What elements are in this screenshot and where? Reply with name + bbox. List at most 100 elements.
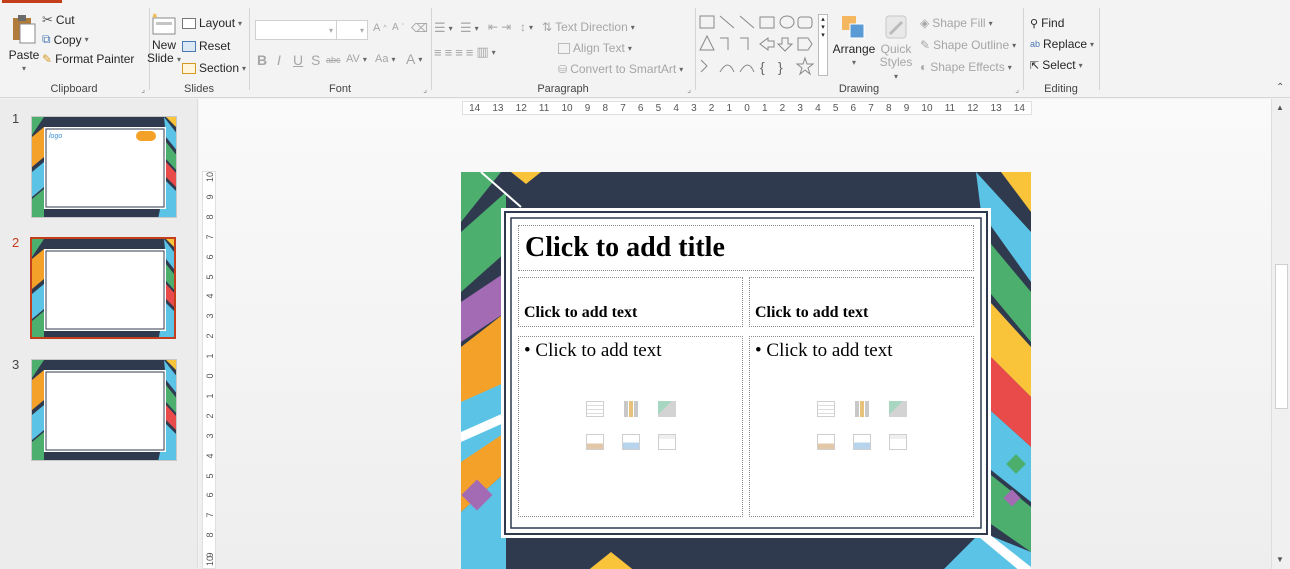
scroll-up-arrow-icon[interactable]: ▲ xyxy=(1276,103,1284,112)
ruler-tick-label: 13 xyxy=(990,102,1002,114)
align-text-button[interactable]: Align Text ▾ xyxy=(558,41,632,55)
paragraph-launcher-icon[interactable]: ⌟ xyxy=(687,85,691,94)
slide-thumbnail-3[interactable] xyxy=(31,359,177,461)
shapes-gallery[interactable]: { } xyxy=(698,14,828,76)
ruler-tick-label: 8 xyxy=(602,102,609,114)
paste-label: Paste xyxy=(8,48,40,62)
vertical-scrollbar[interactable]: ▲ ▼ xyxy=(1271,99,1290,569)
new-slide-label-2: Slide ▾ xyxy=(146,52,182,66)
separator xyxy=(1099,8,1100,90)
ruler-tick-label: 8 xyxy=(205,214,215,220)
font-launcher-icon[interactable]: ⌟ xyxy=(423,85,427,94)
insert-picture-icon[interactable] xyxy=(816,434,835,450)
replace-button[interactable]: ab Replace ▾ xyxy=(1030,37,1094,51)
bullets-button[interactable]: ☰ ▾ xyxy=(434,20,453,36)
ruler-tick-label: 3 xyxy=(205,433,215,439)
ruler-tick-label: 3 xyxy=(691,102,697,114)
scroll-down-arrow-icon[interactable]: ▼ xyxy=(1276,555,1284,564)
font-size-dropdown[interactable]: ▾ xyxy=(336,20,368,40)
section-button[interactable]: Section ▾ xyxy=(182,61,246,75)
smartart-dropdown-icon: ▾ xyxy=(679,64,684,74)
ruler-tick-label: 1 xyxy=(726,102,733,114)
shrink-font-button[interactable]: Aˇ xyxy=(392,22,404,33)
change-case-button[interactable]: Aa ▾ xyxy=(375,53,395,65)
font-color-dropdown-icon: ▾ xyxy=(418,54,423,64)
vertical-ruler[interactable]: 10 9 8 7 6 5 4 3 2 1 0 1 2 3 4 5 6 7 8 9 10 xyxy=(202,171,216,569)
ruler-tick-label: 4 xyxy=(673,102,679,114)
clear-formatting-icon[interactable]: ⌫ xyxy=(411,21,428,35)
font-color-label: A xyxy=(406,51,416,67)
online-pictures-icon[interactable] xyxy=(621,434,640,450)
insert-video-icon[interactable] xyxy=(657,434,676,450)
text-shadow-button[interactable]: S xyxy=(311,52,320,68)
align-text-dropdown-icon: ▾ xyxy=(627,43,632,53)
right-heading-placeholder[interactable]: Click to add text xyxy=(749,277,974,327)
quick-styles-button[interactable]: Quick Styles ▾ xyxy=(876,14,916,83)
line-spacing-button[interactable]: ↕ ▾ xyxy=(520,20,533,34)
insert-table-icon[interactable] xyxy=(816,401,835,417)
text-direction-button[interactable]: ⇅ Text Direction ▾ xyxy=(542,20,635,34)
numbering-button[interactable]: ☰ ▾ xyxy=(460,20,479,36)
ruler-tick-label: 8 xyxy=(205,532,215,538)
left-heading-placeholder[interactable]: Click to add text xyxy=(518,277,743,327)
cut-label: Cut xyxy=(55,13,75,27)
ruler-tick-label: 4 xyxy=(205,293,215,299)
convert-smartart-button[interactable]: ⛁ Convert to SmartArt ▾ xyxy=(558,62,683,76)
font-group-label: Font xyxy=(328,83,351,95)
slide-canvas[interactable]: Click to add title Click to add text Cli… xyxy=(461,172,1031,569)
strikethrough-button[interactable]: abc xyxy=(326,55,341,65)
shape-outline-button[interactable]: ✎ Shape Outline ▾ xyxy=(920,38,1016,52)
paragraph-group-label: Paragraph xyxy=(537,83,589,95)
scrollbar-thumb[interactable] xyxy=(1275,264,1288,409)
ruler-tick-label: 13 xyxy=(492,102,504,114)
slide-thumbnail-2[interactable] xyxy=(30,237,176,339)
insert-smartart-icon[interactable] xyxy=(888,401,907,417)
layout-button[interactable]: Layout ▾ xyxy=(182,16,242,30)
left-content-placeholder[interactable]: • Click to add text xyxy=(518,336,743,517)
shape-fill-button[interactable]: ◈ Shape Fill ▾ xyxy=(920,16,993,30)
ruler-tick-label: 7 xyxy=(205,512,215,518)
insert-table-icon[interactable] xyxy=(585,401,604,417)
indent-buttons[interactable]: ⇤ ⇥ xyxy=(488,20,511,34)
shapes-gallery-scroll[interactable]: ▴ ▾ ▾ xyxy=(818,14,828,76)
bold-button[interactable]: B xyxy=(257,52,267,68)
collapse-ribbon-chevron-icon[interactable]: ⌃ xyxy=(1276,82,1284,93)
online-pictures-icon[interactable] xyxy=(852,434,871,450)
copy-button[interactable]: ⧉ Copy ▾ xyxy=(42,32,89,47)
insert-picture-icon[interactable] xyxy=(585,434,604,450)
horizontal-ruler[interactable]: 14 13 12 11 10 9 8 7 6 5 4 3 2 1 0 1 2 3 4 5 6 7 8 9 10 11 12 13 14 xyxy=(462,101,1032,115)
drawing-launcher-icon[interactable]: ⌟ xyxy=(1015,85,1019,94)
slide-thumbnail-1[interactable]: logo xyxy=(31,116,177,218)
copy-label: Copy xyxy=(53,32,82,47)
insert-video-icon[interactable] xyxy=(888,434,907,450)
shape-effects-button[interactable]: ◐ Shape Effects ▾ xyxy=(920,60,1012,74)
alignment-buttons[interactable]: ≡ ≡ ≡ ≡ ▥ ▾ xyxy=(434,44,496,60)
select-button[interactable]: ⇱ Select ▾ xyxy=(1030,58,1083,72)
title-placeholder[interactable]: Click to add title xyxy=(518,225,974,271)
insert-smartart-icon[interactable] xyxy=(657,401,676,417)
shape-effects-label: Shape Effects xyxy=(930,60,1005,74)
font-name-chevron-icon: ▾ xyxy=(328,25,333,35)
paste-button[interactable]: Paste ▾ xyxy=(6,14,42,75)
grow-font-button[interactable]: A ^ xyxy=(373,22,387,34)
clipboard-launcher-icon[interactable]: ⌟ xyxy=(141,85,145,94)
italic-button[interactable]: I xyxy=(277,52,281,68)
reset-button[interactable]: Reset xyxy=(182,39,230,53)
ruler-tick-label: 1 xyxy=(205,393,215,399)
left-heading-text: Click to add text xyxy=(524,304,638,321)
underline-label: U xyxy=(293,52,304,68)
format-painter-button[interactable]: ✎ Format Painter xyxy=(42,52,134,66)
insert-chart-icon[interactable] xyxy=(621,401,640,417)
new-slide-button[interactable]: ✶ New Slide ▾ xyxy=(146,12,182,66)
slide-thumbnails-pane: 1 logo 2 3 xyxy=(0,99,198,569)
underline-button[interactable]: U xyxy=(293,52,303,68)
right-content-placeholder[interactable]: • Click to add text xyxy=(749,336,974,517)
arrange-button[interactable]: Arrange ▾ xyxy=(832,14,876,69)
font-name-dropdown[interactable]: ▾ xyxy=(255,20,337,40)
font-color-button[interactable]: A ▾ xyxy=(406,51,422,67)
character-spacing-button[interactable]: AV ▾ xyxy=(346,53,367,65)
find-button[interactable]: ⚲ Find xyxy=(1030,16,1064,30)
cut-button[interactable]: ✂ Cut xyxy=(42,12,75,28)
quick-styles-dropdown-icon: ▾ xyxy=(893,72,898,81)
insert-chart-icon[interactable] xyxy=(852,401,871,417)
